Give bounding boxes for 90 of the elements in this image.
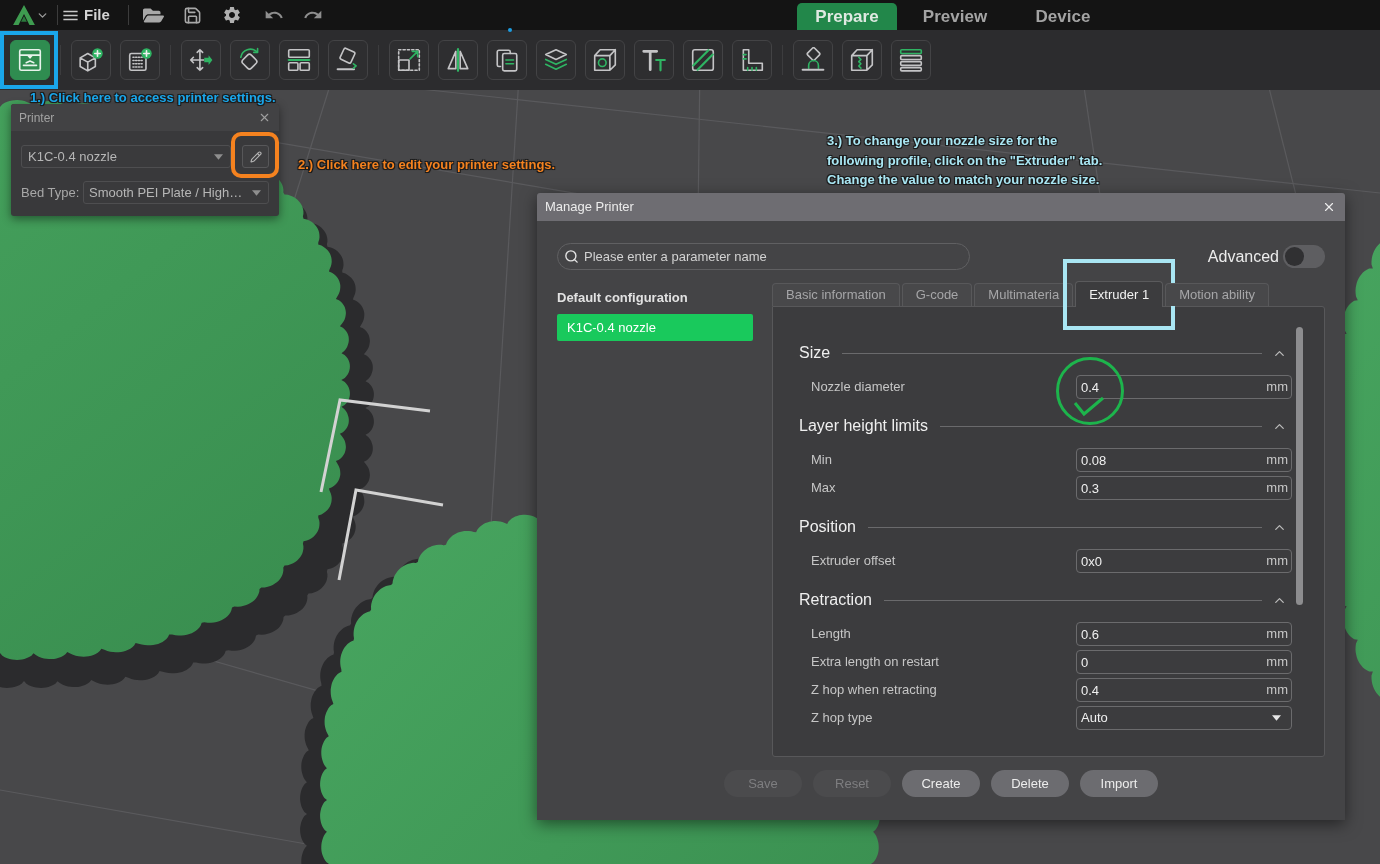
toolbar-button[interactable]	[585, 40, 625, 80]
edit-button[interactable]	[242, 145, 269, 168]
cube-plus-icon	[78, 47, 104, 73]
unit-label: mm	[1266, 452, 1288, 468]
dropdown[interactable]: Auto	[1076, 706, 1292, 730]
toolbar-button[interactable]	[438, 40, 478, 80]
section-title: Position	[799, 517, 856, 537]
unit-label: mm	[1266, 553, 1288, 569]
unit-label: mm	[1266, 480, 1288, 496]
tab[interactable]: Extruder 1	[1075, 281, 1164, 307]
unit-label: mm	[1266, 626, 1288, 642]
toolbar-button[interactable]	[683, 40, 723, 80]
cube-circle-icon	[592, 47, 618, 73]
field-label: Min	[810, 451, 832, 470]
field-label: Bed Type:	[21, 183, 80, 202]
unit-label: mm	[1266, 682, 1288, 698]
toolbar-button[interactable]	[487, 40, 527, 80]
field-label: Length	[810, 625, 851, 644]
scale-icon	[396, 47, 422, 73]
close-icon[interactable]	[1322, 200, 1336, 214]
mode-tab[interactable]: Device	[1013, 3, 1113, 30]
unit-label: mm	[1266, 654, 1288, 670]
callout-text: 1.) Click here to access printer settings.	[30, 89, 276, 107]
field-label: Extra length on restart	[810, 653, 939, 672]
check-circle-icon	[1055, 356, 1125, 426]
toolbar-button[interactable]	[732, 40, 772, 80]
field-label: Nozzle diameter	[810, 378, 905, 397]
stacked-plates-icon	[543, 47, 569, 73]
field-label: Extruder offset	[810, 552, 896, 571]
copy-icon	[494, 47, 520, 73]
stacked-bars-icon	[898, 47, 924, 73]
unit-label: mm	[1266, 379, 1288, 395]
diagonal-square-icon	[690, 47, 716, 73]
search-icon	[564, 249, 579, 264]
search-field[interactable]: Please enter a parameter name	[557, 243, 970, 270]
field-label: Z hop when retracting	[810, 681, 937, 700]
field-label: Z hop type	[810, 709, 873, 728]
action-button[interactable]: Delete	[991, 770, 1069, 797]
toolbar-button[interactable]	[842, 40, 882, 80]
toolbar-button[interactable]	[389, 40, 429, 80]
toolbar-button[interactable]	[120, 40, 160, 80]
mode-tab[interactable]: Preview	[905, 3, 1005, 30]
mode-tab[interactable]: Prepare	[797, 3, 897, 30]
dropdown[interactable]: K1C-0.4 nozzle	[21, 145, 231, 168]
settings-icon[interactable]	[221, 5, 242, 25]
caret-icon	[1272, 715, 1281, 721]
pencil-icon	[249, 150, 262, 163]
action-button[interactable]: Create	[902, 770, 980, 797]
tab[interactable]: G-code	[901, 283, 973, 306]
file-menu-button[interactable]: File	[61, 3, 110, 27]
toolbar-button[interactable]	[181, 40, 221, 80]
toggle-label: Advanced	[1207, 246, 1279, 267]
section-title: Layer height limits	[799, 416, 928, 436]
panel-title: Printer	[19, 109, 55, 127]
dropdown[interactable]: Smooth PEI Plate / High…	[83, 181, 269, 204]
caret-icon	[214, 153, 223, 160]
logo-icon[interactable]	[13, 5, 35, 25]
toolbar-button[interactable]	[328, 40, 368, 80]
diamond-stand-icon	[800, 47, 826, 73]
mirror-icon	[445, 47, 471, 73]
text-icon	[641, 47, 667, 73]
callout-text: 2.) Click here to edit your printer settings.	[298, 156, 556, 174]
grid-plus-icon	[127, 47, 153, 73]
printer-icon	[17, 47, 43, 73]
toolbar-button[interactable]	[279, 40, 319, 80]
tab[interactable]: Multimateria	[974, 283, 1074, 306]
toolbar-button[interactable]	[793, 40, 833, 80]
preset-heading: Default configuration	[557, 290, 689, 306]
callout-text: 3.) To change your nozzle size for the following profile, click on the "Extruder" tab. Change the value to match your nozzle size.	[827, 132, 1103, 189]
scrollbar[interactable]	[1296, 327, 1303, 605]
tab[interactable]: Motion ability	[1165, 283, 1269, 306]
tab[interactable]: Basic information	[772, 283, 900, 306]
toolbar-button[interactable]	[71, 40, 111, 80]
action-button[interactable]: Import	[1080, 770, 1158, 797]
section-title: Retraction	[799, 590, 872, 610]
section-title: Size	[799, 343, 831, 363]
toolbar-button[interactable]	[891, 40, 931, 80]
close-icon[interactable]	[258, 111, 271, 124]
field-label: Max	[810, 479, 836, 498]
toolbar-button[interactable]	[634, 40, 674, 80]
zigzag-cube-icon	[849, 47, 875, 73]
layout-icon	[286, 47, 312, 73]
save-icon[interactable]	[182, 5, 202, 25]
toolbar-button[interactable]	[10, 40, 50, 80]
toolbar-button[interactable]	[230, 40, 270, 80]
caret-icon	[252, 189, 261, 196]
move-arrows-icon	[188, 47, 214, 73]
dialog-title: Manage Printer	[545, 198, 634, 217]
toggle-switch[interactable]	[1283, 245, 1325, 268]
toolbar-button[interactable]	[536, 40, 576, 80]
